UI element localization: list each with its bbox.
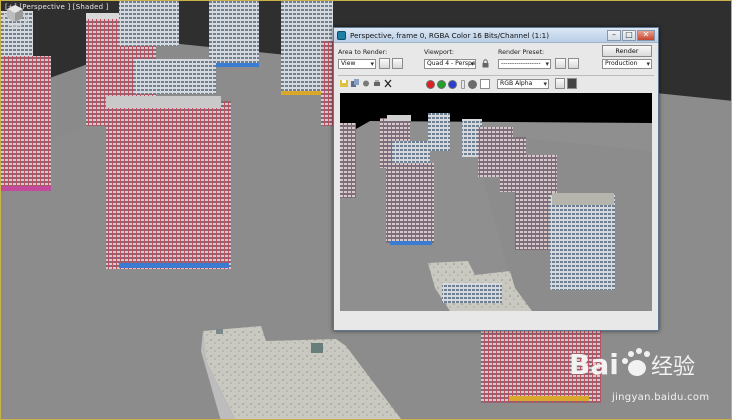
- rendered-image: [340, 93, 652, 311]
- viewport-label-text: Viewport:: [424, 49, 454, 56]
- copy-image-icon[interactable]: [351, 79, 359, 90]
- auto-region-button[interactable]: [392, 58, 403, 69]
- render-preset-dropdown[interactable]: ------------------: [498, 59, 551, 69]
- close-button[interactable]: ✕: [637, 29, 655, 41]
- svg-text:Bai: Bai: [569, 348, 619, 381]
- area-to-render-label: Area to Render:: [338, 49, 388, 56]
- clone-window-icon[interactable]: [362, 79, 370, 90]
- print-image-icon[interactable]: [373, 79, 381, 90]
- environment-icon[interactable]: [568, 58, 579, 69]
- save-image-icon[interactable]: [340, 79, 348, 90]
- render-window-title: Perspective, frame 0, RGBA Color 16 Bits…: [350, 30, 549, 40]
- 3dsmax-app-icon: [337, 30, 346, 40]
- watermark-url: jingyan.baidu.com: [612, 392, 710, 403]
- panel-toggle-icon[interactable]: [567, 78, 577, 89]
- baidu-watermark: Bai 经验 jingyan.baidu.com: [565, 340, 730, 416]
- area-to-render-dropdown[interactable]: View: [338, 59, 376, 69]
- minimize-button[interactable]: –: [607, 29, 621, 41]
- channel-display-dropdown[interactable]: RGB Alpha: [497, 79, 549, 89]
- red-channel-toggle[interactable]: [426, 80, 435, 89]
- toolbar-separator: [338, 75, 654, 76]
- color-swatch[interactable]: [480, 79, 490, 89]
- svg-text:经验: 经验: [651, 355, 695, 380]
- render-options-row: Area to Render: View Viewport: Quad 4 - …: [338, 45, 654, 76]
- render-frame-window: Perspective, frame 0, RGBA Color 16 Bits…: [333, 27, 659, 331]
- display-toggle-icon[interactable]: [555, 78, 565, 89]
- render-setup-icon[interactable]: [555, 58, 566, 69]
- render-window-titlebar[interactable]: Perspective, frame 0, RGBA Color 16 Bits…: [334, 28, 658, 43]
- alpha-channel-toggle[interactable]: [461, 80, 465, 89]
- baidu-paw-logo: Bai 经验: [569, 348, 695, 381]
- blue-channel-toggle[interactable]: [448, 80, 457, 89]
- clear-image-icon[interactable]: [384, 79, 392, 90]
- maximize-button[interactable]: □: [622, 29, 636, 41]
- viewport-dropdown[interactable]: Quad 4 - Perspec: [424, 59, 476, 69]
- green-channel-toggle[interactable]: [437, 80, 446, 89]
- render-scene: [340, 93, 652, 311]
- production-dropdown[interactable]: Production: [602, 59, 652, 69]
- render-button[interactable]: Render: [602, 45, 652, 57]
- monochrome-toggle[interactable]: [468, 80, 477, 89]
- viewcube-icon[interactable]: [1, 1, 29, 29]
- edit-region-button[interactable]: [379, 58, 390, 69]
- render-preset-label: Render Preset:: [498, 49, 545, 56]
- lock-icon[interactable]: [481, 59, 490, 68]
